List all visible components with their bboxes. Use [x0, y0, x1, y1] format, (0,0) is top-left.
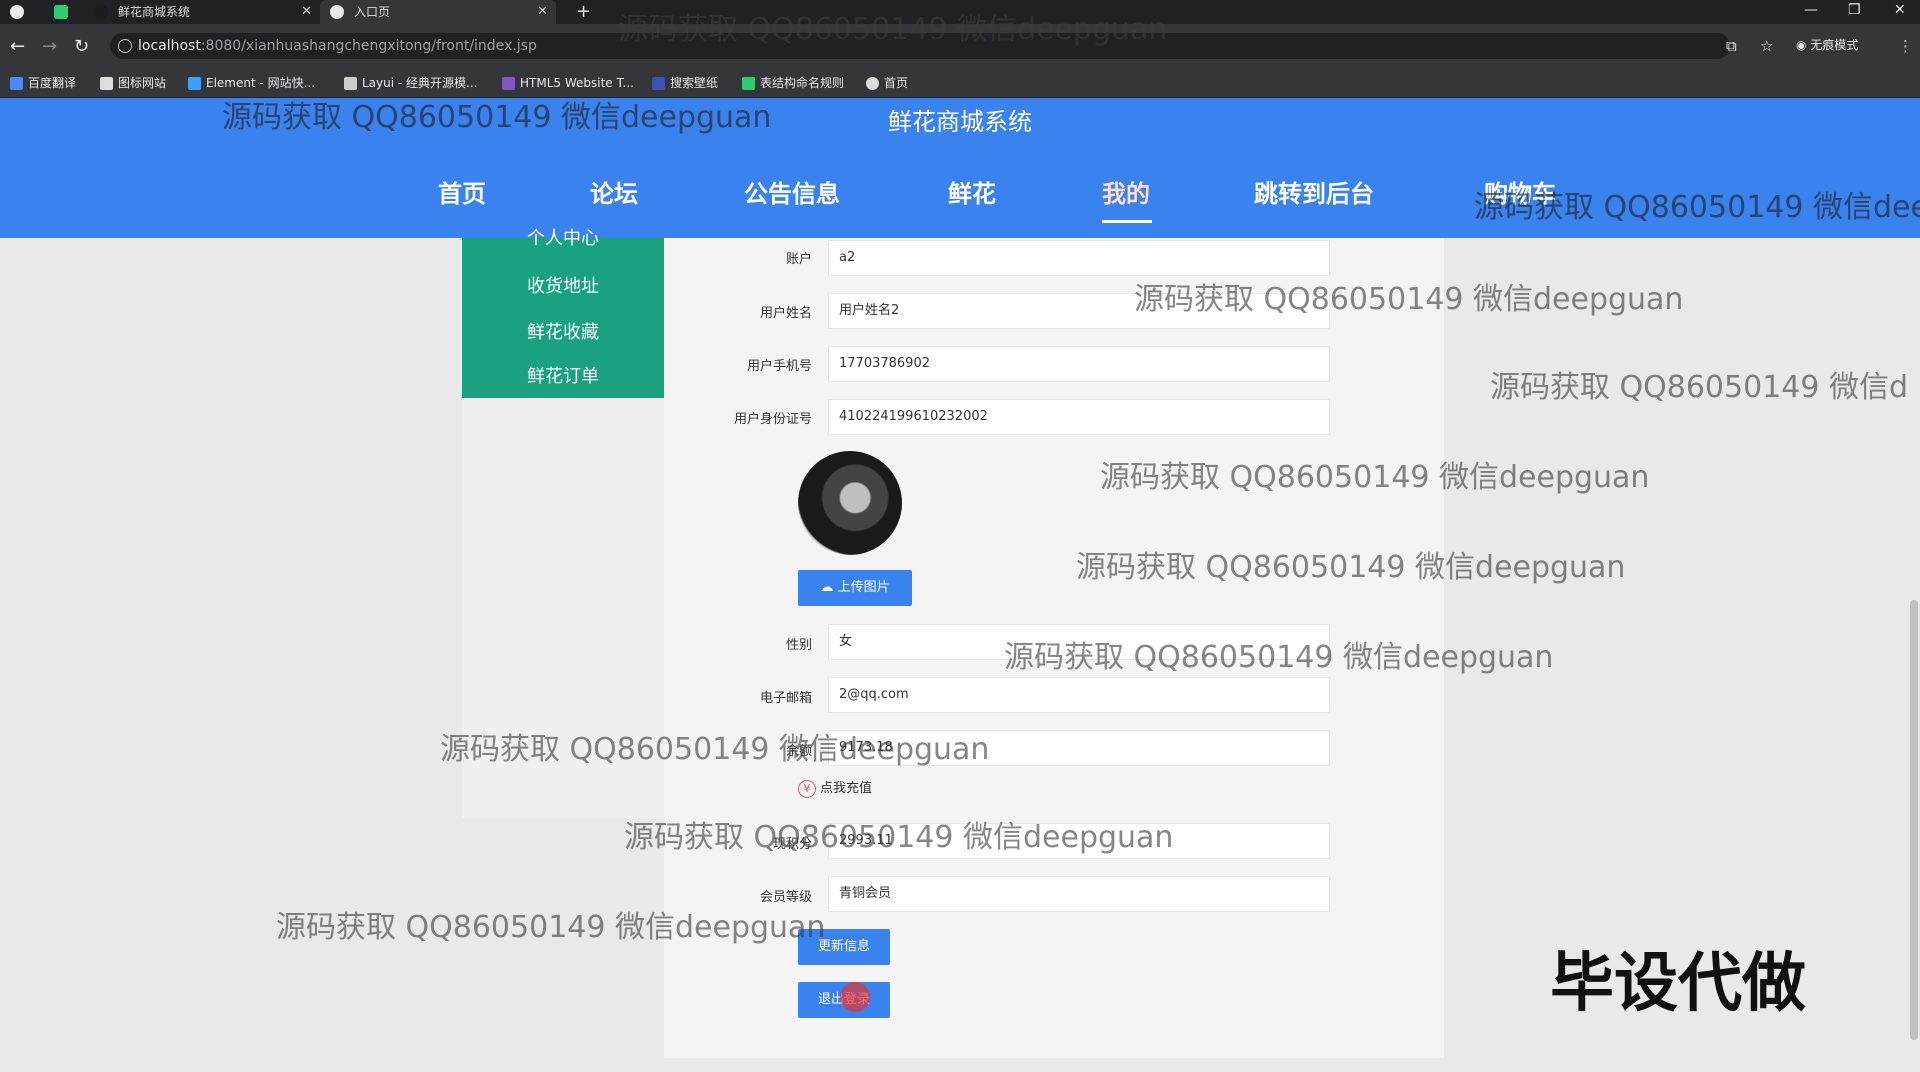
sidebar-item-favorites[interactable]: 鲜花收藏 [462, 318, 664, 344]
watermark: 源码获取 QQ86050149 微信deepguan [624, 820, 1174, 855]
bookmark-item[interactable]: 百度翻译 [10, 75, 76, 91]
star-icon[interactable]: ☆ [1760, 37, 1773, 55]
close-icon[interactable]: ✕ [301, 0, 312, 24]
yen-icon: ¥ [798, 780, 816, 798]
scrollbar-thumb[interactable] [1910, 600, 1918, 1040]
avatar [798, 451, 902, 555]
new-tab-button[interactable]: + [576, 0, 591, 24]
nav-home[interactable]: 首页 [438, 174, 486, 209]
forward-icon[interactable]: → [42, 36, 57, 57]
watermark: 源码获取 QQ86050149 微信deepguan [1474, 190, 1920, 225]
sidebar: 个人中心 收货地址 鲜花收藏 鲜花订单 [462, 228, 664, 398]
close-icon[interactable]: ✕ [537, 0, 548, 24]
phone-label: 用户手机号 [746, 359, 812, 374]
watermark: 源码获取 QQ86050149 微信deepguan [1134, 282, 1684, 317]
more-icon[interactable]: ⋮ [1898, 37, 1913, 55]
nav-admin[interactable]: 跳转到后台 [1254, 174, 1374, 209]
bookmark-item[interactable]: 搜索壁纸 [652, 75, 718, 91]
info-icon[interactable] [118, 39, 132, 53]
watermark: 源码获取 QQ86050149 微信deepguan [222, 100, 772, 135]
tab-flower-shop[interactable]: 鲜花商城系统 ✕ [84, 0, 320, 24]
incognito-badge[interactable]: ◉ 无痕模式 [1796, 36, 1858, 53]
account-label: 账户 [785, 252, 812, 267]
tab-title: 鲜花商城系统 [118, 5, 191, 19]
restore-icon[interactable]: ❐ [1848, 0, 1861, 20]
browser-icon [0, 0, 40, 24]
promo-watermark: 毕设代做 [1550, 947, 1806, 1021]
bookmark-item[interactable]: Element - 网站快... [188, 75, 315, 91]
bookmark-item[interactable]: 图标网站 [100, 75, 166, 91]
recharge-label: 点我充值 [820, 781, 873, 796]
email-field[interactable]: 2@qq.com [828, 677, 1330, 713]
tab-entry[interactable]: 入口页 ✕ [320, 0, 556, 24]
watermark: 源码获取 QQ86050149 微信deepguan [1490, 370, 1920, 405]
spreadsheet-tab-icon[interactable] [44, 0, 84, 24]
minimize-icon[interactable]: — [1804, 0, 1818, 20]
watermark: 源码获取 QQ86050149 微信deepguan [1004, 640, 1554, 675]
name-label: 用户姓名 [759, 306, 812, 321]
tab-favicon-icon [94, 5, 108, 19]
sidebar-item-orders[interactable]: 鲜花订单 [462, 362, 664, 388]
sidebar-item-profile[interactable]: 个人中心 [462, 224, 664, 250]
upload-label: 上传图片 [837, 580, 890, 595]
idcard-field[interactable]: 410224199610232002 [828, 399, 1330, 435]
watermark: 源码获取 QQ86050149 微信deepguan [276, 910, 826, 945]
bookmark-item[interactable]: 首页 [866, 75, 908, 91]
watermark: 源码获取 QQ86050149 微信deepguan [440, 732, 990, 767]
incognito-icon: ◉ [1796, 38, 1811, 52]
globe-icon [330, 5, 344, 19]
recharge-link[interactable]: ¥ 点我充值 [798, 777, 872, 798]
nav-notice[interactable]: 公告信息 [744, 174, 840, 209]
watermark: 源码获取 QQ86050149 微信deepguan [618, 12, 1168, 47]
bookmark-item[interactable]: HTML5 Website T... [502, 75, 634, 91]
sidebar-item-address[interactable]: 收货地址 [462, 272, 664, 298]
tab-title: 入口页 [354, 5, 391, 19]
url-path: :8080/xianhuashangchengxitong/front/inde… [200, 38, 537, 54]
email-label: 电子邮箱 [759, 691, 812, 706]
bookmark-item[interactable]: Layui - 经典开源模... [344, 75, 477, 91]
nav-flowers[interactable]: 鲜花 [948, 174, 996, 209]
close-window-icon[interactable]: ✕ [1894, 0, 1906, 20]
translate-icon[interactable]: ⧉ [1726, 37, 1737, 55]
click-indicator [840, 982, 870, 1012]
active-underline [1102, 220, 1152, 223]
nav-mine[interactable]: 我的 [1102, 174, 1150, 209]
account-field[interactable]: a2 [828, 240, 1330, 276]
level-field[interactable]: 青铜会员 [828, 876, 1330, 912]
reload-icon[interactable]: ↻ [74, 36, 89, 57]
cloud-upload-icon: ☁ [820, 580, 838, 595]
gender-label: 性别 [785, 638, 812, 653]
idcard-label: 用户身份证号 [733, 412, 812, 427]
back-icon[interactable]: ← [10, 36, 25, 57]
watermark: 源码获取 QQ86050149 微信deepguan [1100, 460, 1650, 495]
nav-forum[interactable]: 论坛 [590, 174, 638, 209]
watermark: 源码获取 QQ86050149 微信deepguan [1076, 550, 1626, 585]
phone-field[interactable]: 17703786902 [828, 346, 1330, 382]
incognito-label: 无痕模式 [1810, 38, 1859, 52]
upload-image-button[interactable]: ☁ 上传图片 [798, 570, 912, 606]
bookmark-item[interactable]: 表结构命名规则 [742, 75, 844, 91]
url-host: localhost [138, 38, 201, 54]
